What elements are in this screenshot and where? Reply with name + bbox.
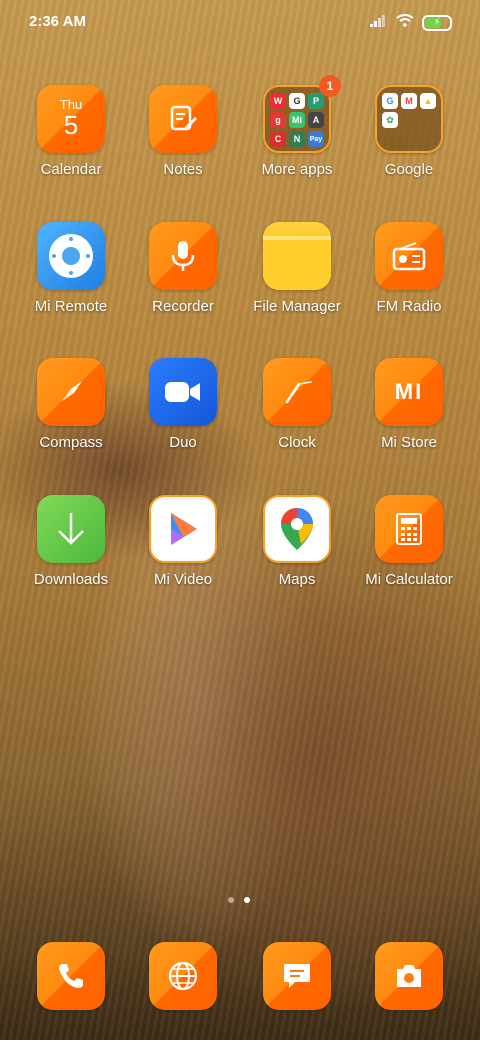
mini-app-icon: P <box>308 93 324 109</box>
app-maps[interactable]: Maps <box>240 495 360 615</box>
microphone-icon <box>149 222 217 290</box>
globe-icon <box>149 942 217 1010</box>
mi-logo-text: MI <box>394 379 424 404</box>
notes-icon <box>149 85 217 153</box>
app-mi-calculator[interactable]: Mi Calculator <box>352 495 472 615</box>
calendar-date: 5 <box>63 109 79 140</box>
download-arrow-icon <box>37 495 105 563</box>
dock-messages[interactable] <box>240 942 360 1062</box>
app-recorder[interactable]: Recorder <box>126 222 246 342</box>
app-label: Mi Calculator <box>365 571 453 588</box>
play-icon <box>149 495 217 563</box>
mini-app-icon: ▲ <box>420 93 436 109</box>
notification-badge: 1 <box>319 75 341 97</box>
clock-icon <box>263 358 331 426</box>
app-compass[interactable]: Compass <box>14 358 134 478</box>
app-notes[interactable]: Notes <box>126 85 246 205</box>
radio-icon <box>375 222 443 290</box>
page-indicator[interactable] <box>228 897 250 903</box>
app-file-manager[interactable]: File Manager <box>240 222 360 342</box>
dock-browser[interactable] <box>126 942 246 1062</box>
folder-icon <box>263 222 331 290</box>
app-mi-remote[interactable]: Mi Remote <box>14 222 134 342</box>
mini-app-icon: G <box>289 93 305 109</box>
folder-icon: G M ▲ ✿ <box>375 85 443 153</box>
page-dot[interactable] <box>228 897 234 903</box>
dock-phone[interactable] <box>14 942 134 1062</box>
dock-camera[interactable] <box>352 942 472 1062</box>
app-label: Google <box>384 161 434 178</box>
app-duo[interactable]: Duo <box>126 358 246 478</box>
compass-icon <box>37 358 105 426</box>
app-grid: Thu 5 Calendar Notes 1 W G P g Mi A C N … <box>0 0 480 900</box>
camera-icon <box>375 942 443 1010</box>
mini-app-icon: Pay <box>308 131 324 147</box>
phone-icon <box>37 942 105 1010</box>
folder-google[interactable]: G M ▲ ✿ Google <box>352 85 472 205</box>
folder-more-apps[interactable]: 1 W G P g Mi A C N Pay More apps <box>240 75 360 205</box>
mini-app-icon: N <box>289 131 305 147</box>
app-downloads[interactable]: Downloads <box>14 495 134 615</box>
map-pin-icon <box>263 495 331 563</box>
mini-app-icon: Mi <box>289 112 305 128</box>
app-mi-store[interactable]: MI Mi Store <box>352 358 472 478</box>
app-fm-radio[interactable]: FM Radio <box>352 222 472 342</box>
mini-app-icon: W <box>270 93 286 109</box>
mini-app-icon: A <box>308 112 324 128</box>
mini-app-icon: M <box>401 93 417 109</box>
app-calendar[interactable]: Thu 5 Calendar <box>14 85 134 205</box>
mi-logo-icon: MI <box>375 358 443 426</box>
mini-app-icon: ✿ <box>382 112 398 128</box>
app-mi-video[interactable]: Mi Video <box>126 495 246 615</box>
dock <box>0 940 480 1010</box>
folder-icon: W G P g Mi A C N Pay <box>263 85 331 153</box>
app-label: Mi Store <box>381 434 437 451</box>
calendar-icon: Thu 5 <box>37 85 105 153</box>
mini-app-icon: G <box>382 93 398 109</box>
mini-app-icon: g <box>270 112 286 128</box>
mini-app-icon: C <box>270 131 286 147</box>
remote-icon <box>37 222 105 290</box>
video-camera-icon <box>149 358 217 426</box>
app-label: FM Radio <box>376 298 442 315</box>
app-clock[interactable]: Clock <box>240 358 360 478</box>
calculator-icon <box>375 495 443 563</box>
message-icon <box>263 942 331 1010</box>
page-dot-current[interactable] <box>244 897 250 903</box>
